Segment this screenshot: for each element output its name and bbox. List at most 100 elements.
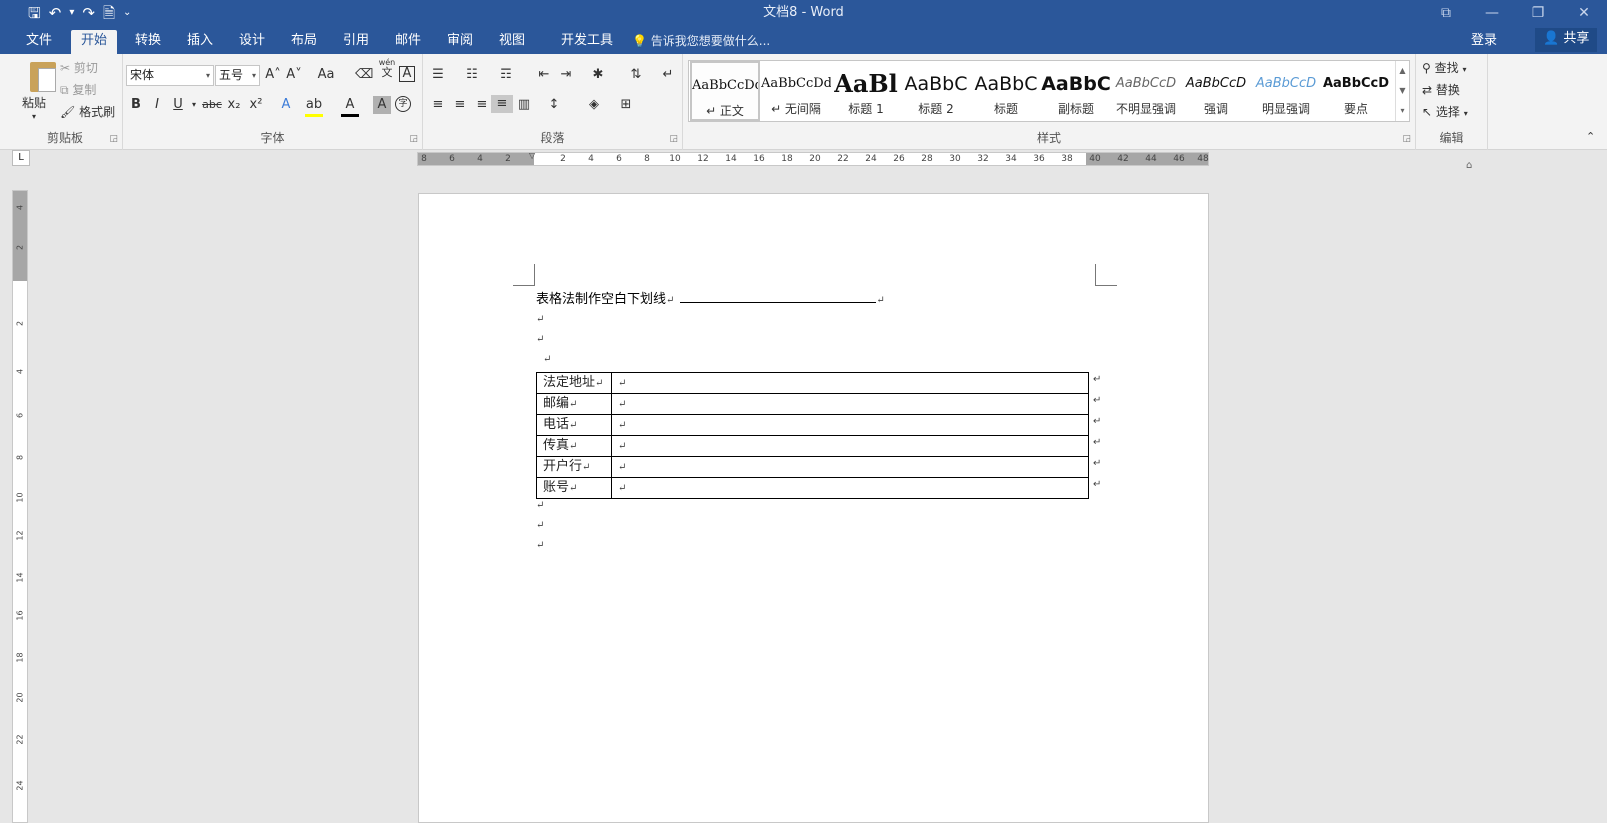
bold-icon[interactable]: B (127, 96, 145, 114)
strikethrough-icon[interactable]: abc (201, 96, 223, 114)
numbering-icon[interactable]: ☷ (463, 66, 481, 84)
copy-button[interactable]: ⧉ 复制 (60, 81, 96, 99)
tab-mailings[interactable]: 邮件 (385, 30, 431, 54)
tab-selector[interactable]: L (12, 150, 30, 166)
bullets-icon[interactable]: ☰ (429, 66, 447, 84)
text-effects-icon[interactable]: A (277, 96, 295, 114)
increase-indent-icon[interactable]: ⇥ (557, 66, 575, 84)
tab-design[interactable]: 设计 (229, 30, 275, 54)
right-indent-icon[interactable]: ⌂ (1466, 160, 1472, 171)
character-shading-icon[interactable]: A (373, 96, 391, 114)
table-label-cell[interactable]: 电话↵ (536, 414, 612, 436)
styles-gallery-scroll[interactable]: ▲ ▼ ▾ (1395, 61, 1409, 121)
sort-icon[interactable]: ⇅ (627, 66, 645, 84)
table-label-cell[interactable]: 邮编↵ (536, 393, 612, 415)
restore-icon[interactable]: ❐ (1515, 0, 1561, 26)
style-subtitle[interactable]: AaBbC 副标题 (1041, 61, 1111, 121)
style-heading-1[interactable]: AaBl 标题 1 (831, 61, 901, 121)
chinese-layout-icon[interactable]: ✱ (589, 66, 607, 84)
clear-formatting-icon[interactable]: ⌫ (355, 66, 373, 84)
select-button[interactable]: ↖ 选择 ▾ (1422, 103, 1468, 123)
close-icon[interactable]: ✕ (1561, 0, 1607, 26)
change-case-icon[interactable]: Aa (313, 66, 339, 84)
table-label-cell[interactable]: 账号↵ (536, 477, 612, 499)
table-label-cell[interactable]: 法定地址↵ (536, 372, 612, 394)
font-launcher-icon[interactable]: ◲ (409, 134, 418, 144)
superscript-icon[interactable]: x² (247, 96, 265, 114)
more-styles-icon[interactable]: ▾ (1396, 101, 1409, 121)
line-spacing-icon[interactable]: ↕ (545, 96, 563, 114)
table-value-cell[interactable]: ↵ (611, 414, 1089, 436)
style-no-spacing[interactable]: AaBbCcDd ↵ 无间隔 (761, 61, 831, 121)
style-intense-emphasis[interactable]: AaBbCcD 明显强调 (1251, 61, 1321, 121)
table-value-cell[interactable]: ↵ (611, 393, 1089, 415)
decrease-indent-icon[interactable]: ⇤ (535, 66, 553, 84)
document-page[interactable]: 表格法制作空白下划线↵ ↵ ↵ ↵ ↵ 法定地址↵ ↵ 邮编↵ ↵ 电话↵ ↵ 传… (418, 193, 1209, 823)
distributed-icon[interactable]: ▥ (515, 96, 533, 114)
tab-developer[interactable]: 开发工具 (551, 30, 623, 54)
highlight-icon[interactable]: ab (305, 96, 323, 117)
subscript-icon[interactable]: x₂ (225, 96, 243, 114)
minimize-icon[interactable]: — (1469, 0, 1515, 26)
replace-button[interactable]: ⇄ 替换 (1422, 81, 1460, 99)
share-button[interactable]: 👤 共享 (1535, 28, 1598, 52)
ribbon-display-options-icon[interactable]: ⧉ (1423, 0, 1469, 26)
multilevel-list-icon[interactable]: ☶ (497, 66, 515, 84)
phonetic-guide-icon[interactable]: wén 文 (377, 58, 397, 79)
tell-me-box[interactable]: 💡 告诉我您想要做什么... (632, 30, 770, 54)
table-value-cell[interactable]: ↵ (611, 435, 1089, 457)
empty-paragraph[interactable]: ↵ (536, 310, 544, 330)
style-subtle-emphasis[interactable]: AaBbCcD 不明显强调 (1111, 61, 1181, 121)
align-left-icon[interactable]: ≡ (429, 96, 447, 114)
font-color-icon[interactable]: A (341, 96, 359, 117)
tab-view[interactable]: 视图 (489, 30, 535, 54)
style-emphasis[interactable]: AaBbCcD 强调 (1181, 61, 1251, 121)
paste-dropdown-icon[interactable]: ▾ (32, 108, 36, 126)
heading-paragraph[interactable]: 表格法制作空白下划线↵ ↵ (536, 290, 885, 311)
empty-paragraph[interactable]: ↵ (536, 496, 544, 516)
grow-font-icon[interactable]: A˄ (264, 66, 282, 84)
empty-paragraph[interactable]: ↵ (536, 330, 544, 350)
table-label-cell[interactable]: 传真↵ (536, 435, 612, 457)
font-family-select[interactable]: 宋体 ▾ (126, 65, 214, 86)
justify-icon[interactable]: ≡ (491, 95, 513, 113)
shrink-font-icon[interactable]: A˅ (285, 66, 303, 84)
paragraph-launcher-icon[interactable]: ◲ (669, 134, 678, 144)
table-value-cell[interactable]: ↵ (611, 456, 1089, 478)
table-value-cell[interactable]: ↵ (611, 477, 1089, 499)
tab-file[interactable]: 文件 (16, 30, 62, 54)
empty-paragraph[interactable]: ↵ (536, 536, 544, 556)
horizontal-ruler[interactable]: 8 6 4 2 2 4 6 8 10 12 14 16 18 20 22 24 … (417, 151, 1209, 166)
empty-paragraph[interactable]: ↵ (536, 516, 544, 536)
empty-paragraph[interactable]: ↵ (543, 350, 551, 370)
styles-launcher-icon[interactable]: ◲ (1402, 134, 1411, 144)
tab-insert[interactable]: 插入 (177, 30, 223, 54)
scroll-down-icon[interactable]: ▼ (1396, 81, 1409, 101)
login-link[interactable]: 登录 (1471, 30, 1497, 52)
tab-home[interactable]: 开始 (71, 30, 118, 54)
format-painter-button[interactable]: 🖌 格式刷 (60, 103, 115, 121)
scroll-up-icon[interactable]: ▲ (1396, 61, 1409, 81)
style-normal[interactable]: AaBbCcDd ↵ 正文 (690, 61, 760, 121)
style-title[interactable]: AaBbC 标题 (971, 61, 1041, 121)
find-button[interactable]: ⚲ 查找 ▾ (1422, 59, 1466, 79)
tab-layout[interactable]: 布局 (281, 30, 327, 54)
character-border-icon[interactable]: A (399, 66, 415, 82)
vertical-ruler[interactable]: 4 2 2 4 6 8 10 12 14 16 18 20 22 24 (12, 190, 28, 823)
align-center-icon[interactable]: ≡ (451, 96, 469, 114)
enclose-characters-icon[interactable]: 字 (395, 96, 411, 112)
show-marks-icon[interactable]: ↵ (659, 66, 677, 84)
table-value-cell[interactable]: ↵ (611, 372, 1089, 394)
style-heading-2[interactable]: AaBbC 标题 2 (901, 61, 971, 121)
italic-icon[interactable]: I (148, 96, 166, 114)
font-size-select[interactable]: 五号 ▾ (215, 65, 260, 86)
paste-icon[interactable] (30, 62, 56, 92)
shading-icon[interactable]: ◈ (585, 96, 603, 114)
tab-review[interactable]: 审阅 (437, 30, 483, 54)
borders-icon[interactable]: ⊞ (617, 96, 635, 114)
table-label-cell[interactable]: 开户行↵ (536, 456, 612, 478)
collapse-ribbon-icon[interactable]: ⌃ (1586, 128, 1595, 146)
cut-button[interactable]: ✂ 剪切 (60, 59, 98, 77)
style-strong[interactable]: AaBbCcD 要点 (1321, 61, 1391, 121)
tab-convert[interactable]: 转换 (125, 30, 171, 54)
